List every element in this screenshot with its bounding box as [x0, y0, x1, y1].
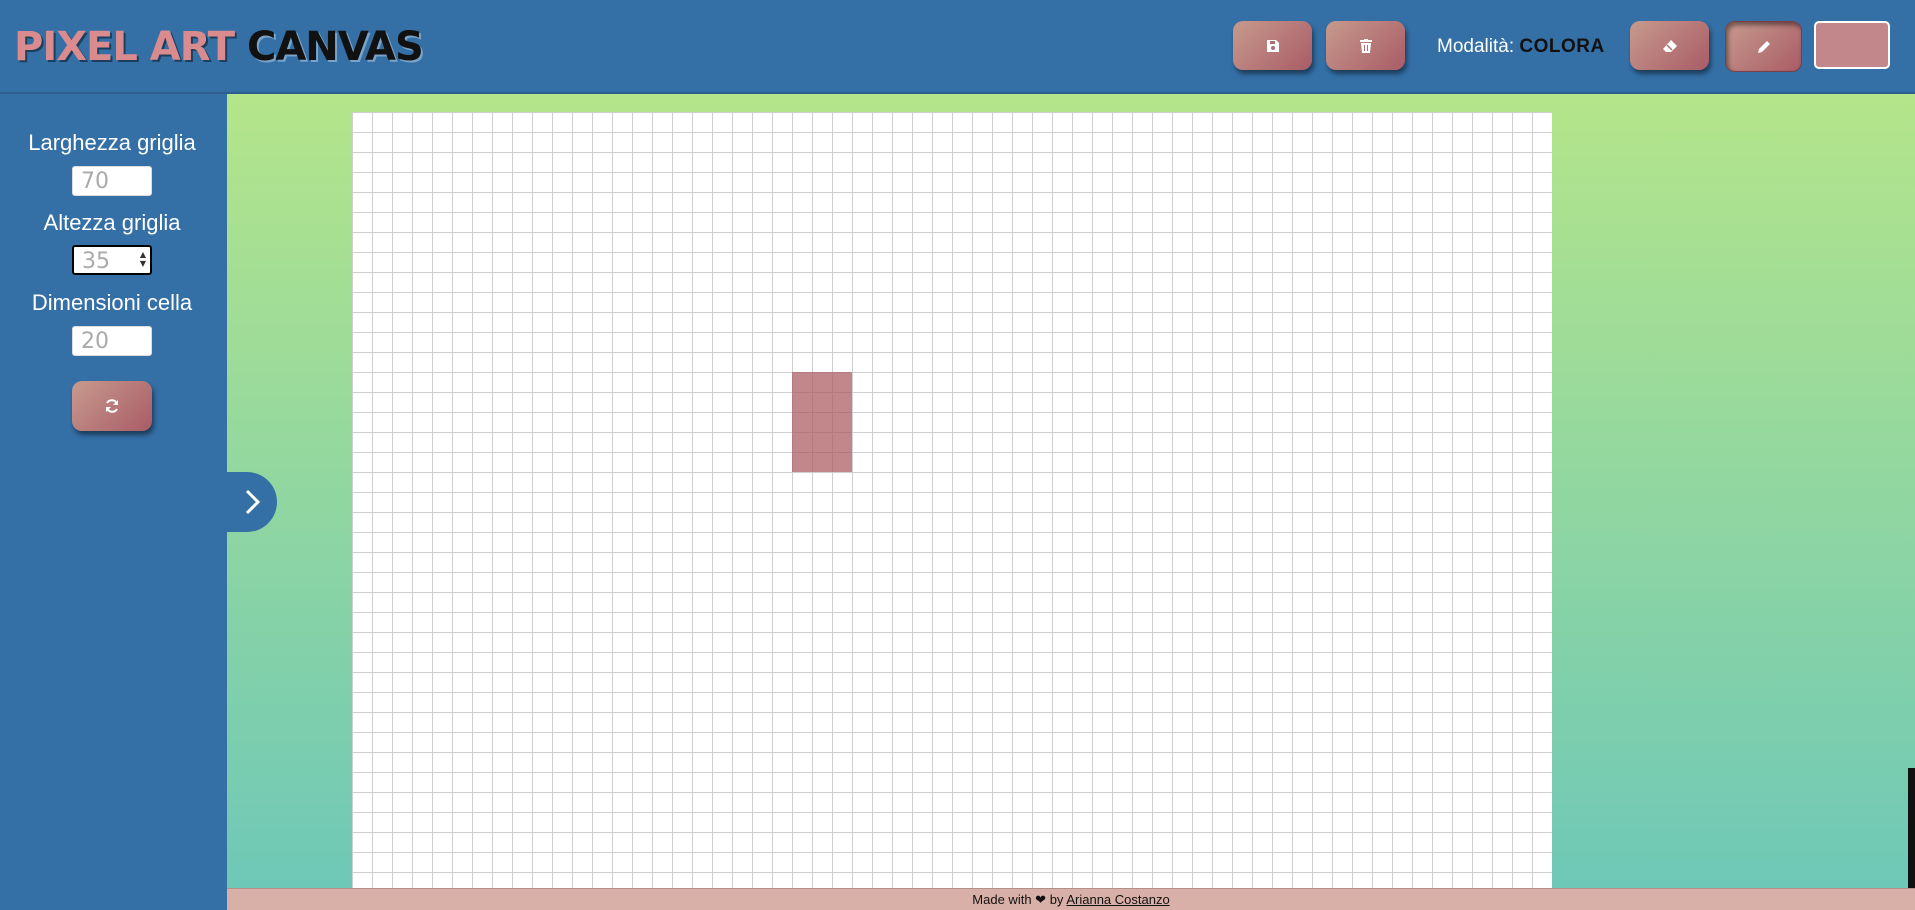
logo-part2: CANVAS — [246, 24, 424, 70]
pixel-grid[interactable] — [352, 112, 1552, 889]
pencil-icon — [1757, 40, 1770, 53]
cell-size-input[interactable]: 20 — [72, 326, 152, 356]
chevron-right-icon — [245, 489, 261, 515]
grid-height-input[interactable]: 35 ▲ ▼ — [72, 245, 152, 275]
mode-indicator: Modalità: COLORA — [1437, 36, 1605, 58]
refresh-grid-button[interactable] — [72, 381, 152, 431]
mode-label: Modalità: — [1437, 36, 1515, 57]
grid-width-input[interactable]: 70 — [72, 166, 152, 196]
grid-width-label: Larghezza griglia — [28, 130, 196, 155]
pencil-button[interactable] — [1725, 21, 1802, 72]
painted-cells[interactable] — [792, 372, 852, 472]
app-logo: PIXEL ART CANVAS — [14, 24, 424, 70]
footer: Made with ❤ by Arianna Costanzo — [227, 888, 1915, 910]
mode-value: COLORA — [1519, 36, 1605, 57]
logo-part1: PIXEL ART — [14, 24, 235, 70]
cell-size-label: Dimensioni cella — [31, 290, 193, 315]
eraser-button[interactable] — [1630, 21, 1709, 70]
app-header: PIXEL ART CANVAS Modalità: COLORA — [0, 0, 1915, 94]
eraser-icon — [1662, 39, 1677, 52]
refresh-icon — [106, 399, 118, 413]
footer-by: by — [1049, 892, 1064, 907]
trash-icon — [1359, 38, 1372, 53]
grid-height-value: 35 — [82, 249, 110, 274]
delete-button[interactable] — [1326, 21, 1405, 70]
settings-sidebar: Larghezza griglia 70 Altezza griglia 35 … — [0, 94, 227, 909]
save-button[interactable] — [1233, 21, 1312, 70]
floppy-disk-icon — [1266, 39, 1279, 52]
number-spinner-icon[interactable]: ▲ ▼ — [140, 250, 146, 268]
author-link[interactable]: Arianna Costanzo — [1066, 892, 1169, 907]
color-picker[interactable] — [1814, 21, 1890, 69]
footer-made-with: Made with — [972, 892, 1032, 907]
grid-height-label: Altezza griglia — [43, 210, 181, 235]
scrollbar[interactable] — [1908, 768, 1915, 888]
heart-icon: ❤ — [1035, 892, 1047, 907]
